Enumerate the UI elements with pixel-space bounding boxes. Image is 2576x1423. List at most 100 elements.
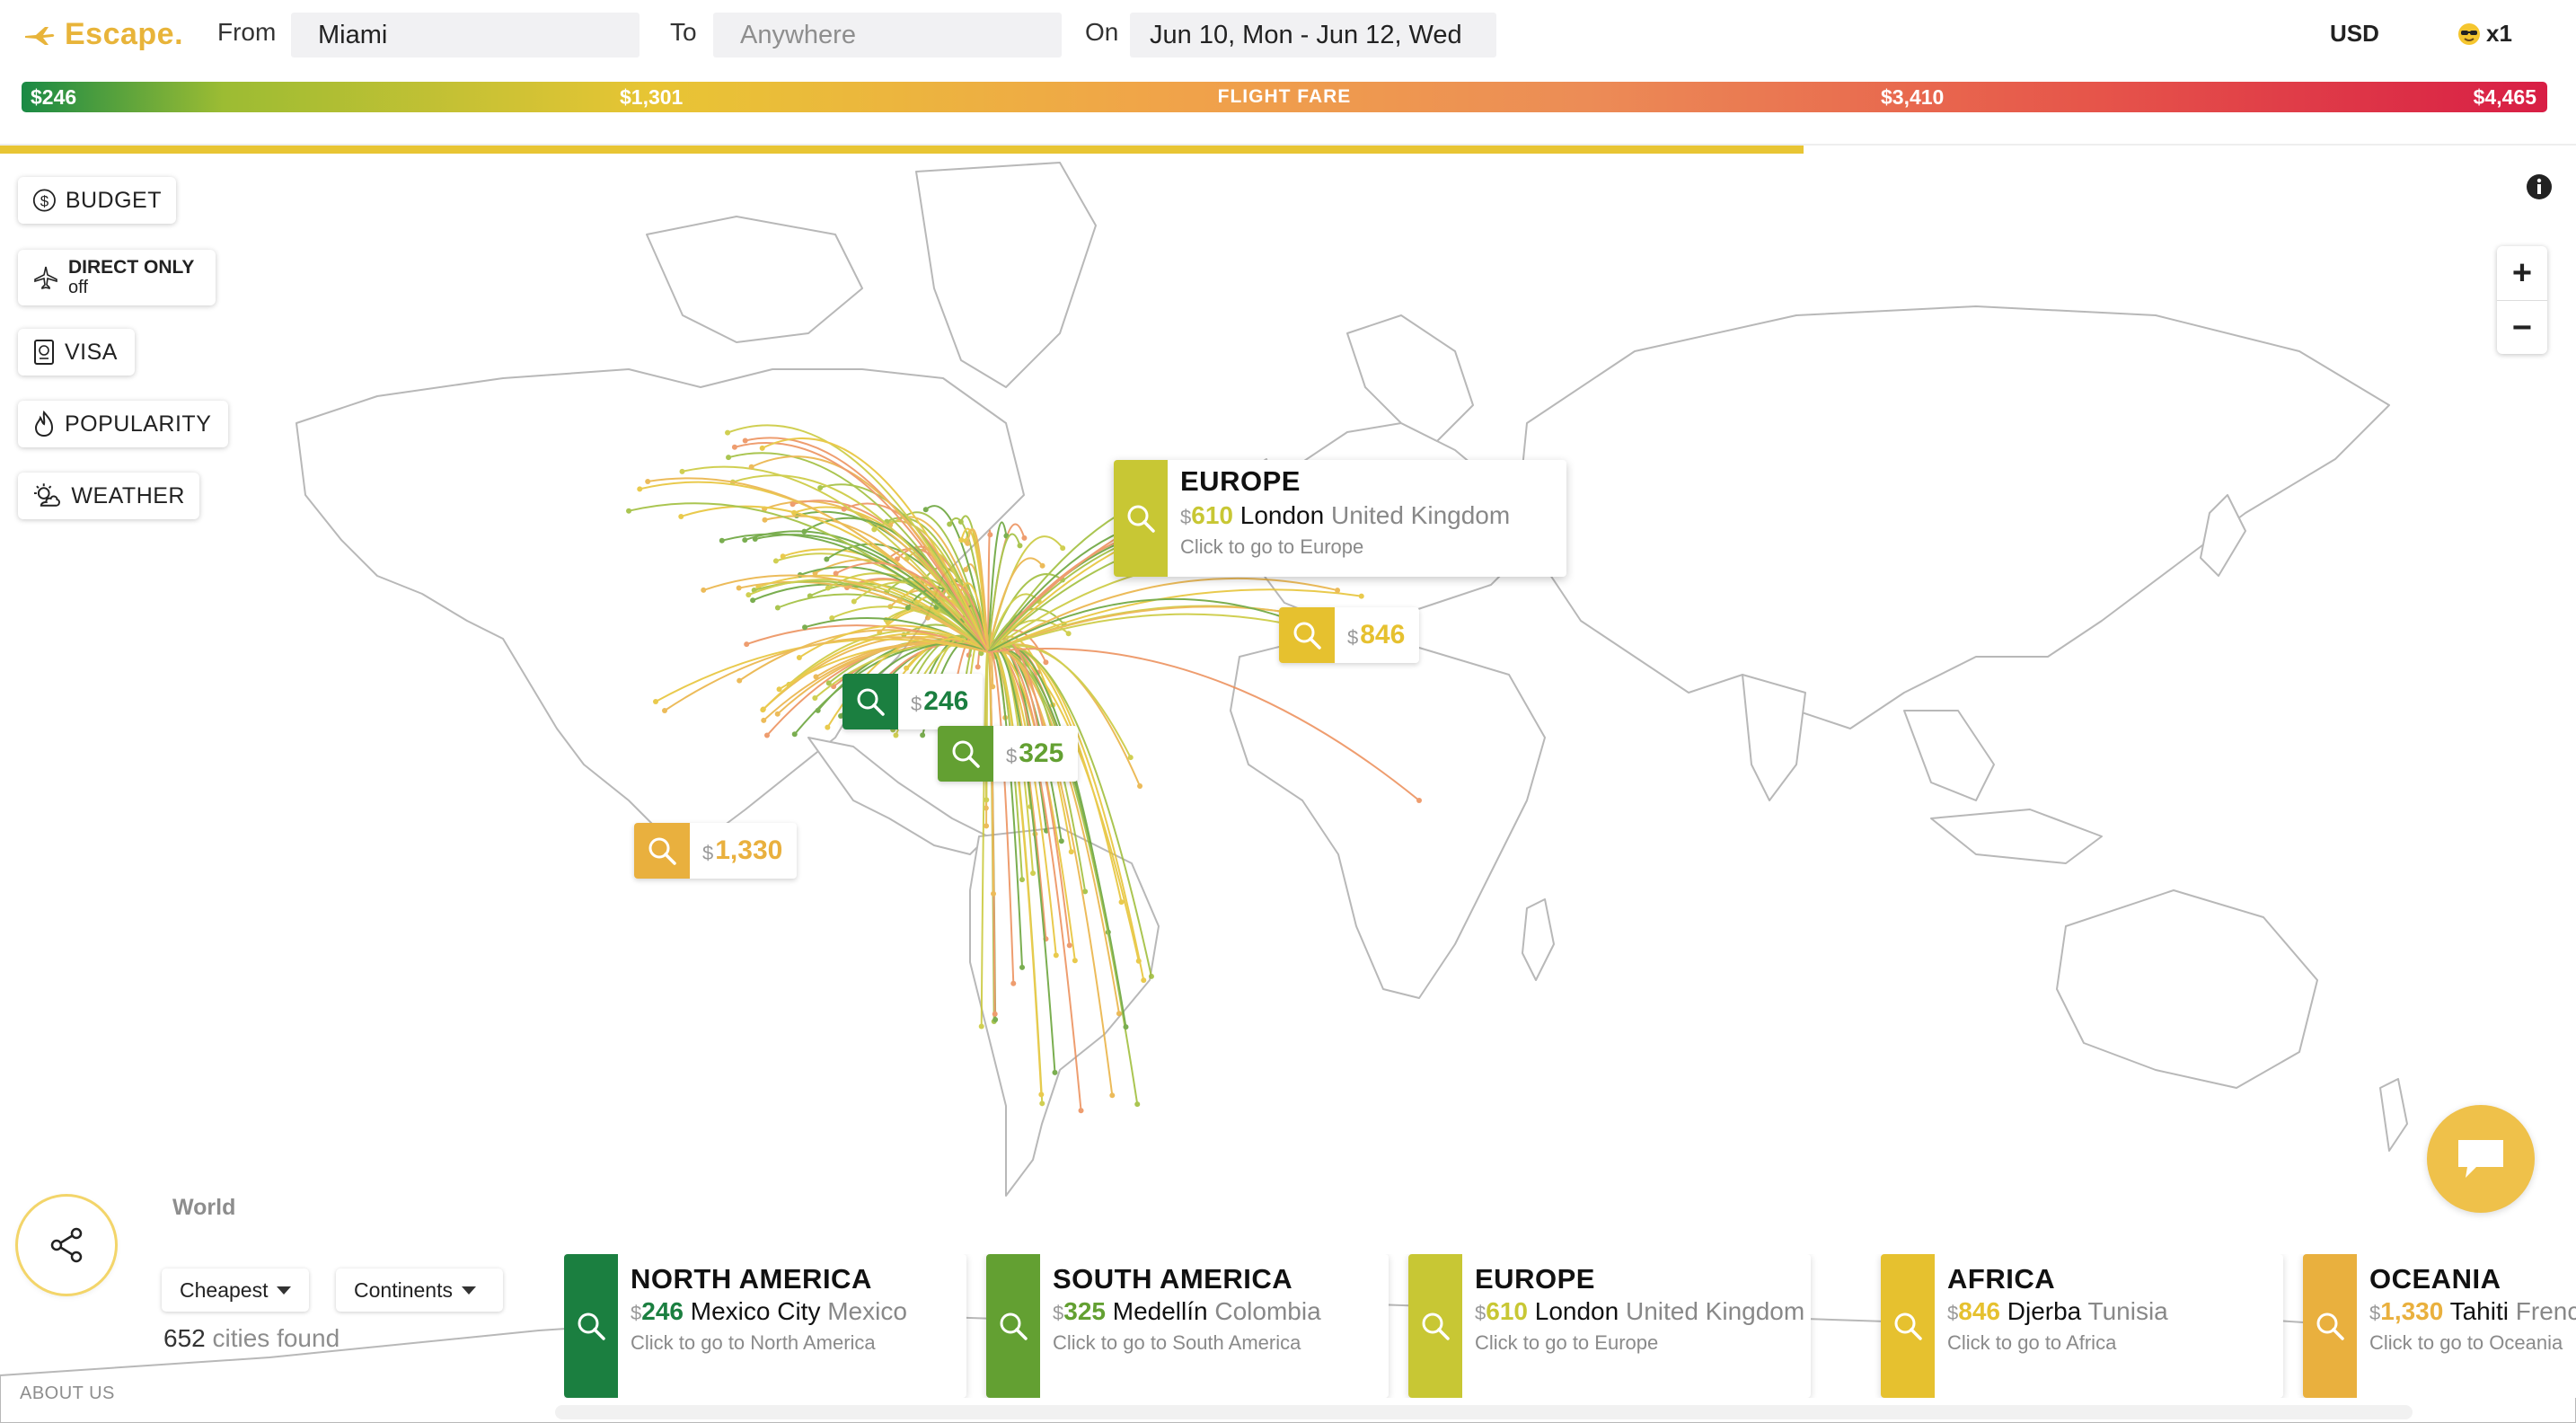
land-southeast-asia	[1903, 710, 1995, 801]
on-label: On	[1085, 18, 1119, 46]
price-marker[interactable]: $246	[842, 674, 984, 729]
destination-dot	[762, 517, 768, 523]
marker-currency: $	[1006, 745, 1018, 767]
destination-dot	[958, 537, 965, 544]
price-marker[interactable]: $325	[938, 726, 1079, 782]
card-icon-box	[1408, 1254, 1462, 1398]
world-map[interactable]	[0, 154, 2576, 1423]
destination-dot	[802, 624, 808, 631]
group-dropdown[interactable]: Continents	[336, 1268, 503, 1312]
from-input[interactable]: Miami	[291, 13, 640, 57]
about-us-link[interactable]: ABOUT US	[20, 1383, 115, 1404]
region-card-north-america[interactable]: NORTH AMERICA $246 Mexico City Mexico Cl…	[564, 1254, 966, 1398]
region-popup[interactable]: EUROPE $610 London United Kingdom Click …	[1114, 460, 1566, 577]
card-price: 610	[1486, 1297, 1528, 1325]
visa-filter-button[interactable]: VISA	[18, 329, 135, 376]
destination-dot	[678, 513, 684, 519]
card-currency: $	[1475, 1302, 1486, 1324]
popularity-filter-button[interactable]: POPULARITY	[18, 401, 228, 447]
direct-only-toggle[interactable]: DIRECT ONLY off	[18, 250, 216, 305]
destination-dot	[947, 521, 953, 527]
chat-bubble-icon	[2458, 1140, 2503, 1178]
destination-dot	[1052, 1069, 1058, 1075]
destination-dot	[725, 429, 731, 436]
destination-dot	[920, 732, 926, 738]
weather-filter-label: WEATHER	[71, 482, 185, 508]
destination-dot	[893, 732, 899, 738]
land-asia	[1517, 305, 2390, 729]
dates-input[interactable]: Jun 10, Mon - Jun 12, Wed	[1130, 13, 1496, 57]
destination-dot	[774, 605, 781, 611]
flame-icon	[34, 411, 54, 438]
info-icon[interactable]	[2526, 173, 2553, 200]
region-card-south-america[interactable]: SOUTH AMERICA $325 Medellín Colombia Cli…	[986, 1254, 1389, 1398]
destination-dot	[807, 593, 813, 599]
destination-dot	[752, 535, 758, 542]
destination-dot	[1065, 631, 1072, 637]
to-label: To	[670, 18, 697, 46]
destination-dot	[992, 1011, 998, 1017]
destination-dot	[780, 553, 786, 560]
land-africa	[1230, 638, 1546, 999]
fare-tick: $3,410	[1881, 85, 1945, 109]
destination-dot	[1123, 1024, 1129, 1030]
cities-count-number: 652	[163, 1324, 206, 1352]
share-button[interactable]	[18, 1197, 115, 1294]
zoom-in-button[interactable]: +	[2497, 246, 2547, 300]
card-country: Tunisia	[2087, 1297, 2168, 1325]
region-card-oceania[interactable]: OCEANIA $1,330 Tahiti French Polynesia C…	[2303, 1254, 2576, 1398]
logo[interactable]: Escape.	[23, 16, 183, 52]
sun-cloud-icon	[33, 483, 60, 507]
destination-dot	[1030, 870, 1037, 876]
zoom-out-button[interactable]: −	[2497, 301, 2547, 355]
price-marker[interactable]: $846	[1279, 607, 1420, 663]
sunglasses-face-icon	[2458, 22, 2480, 45]
popularity-filter-label: POPULARITY	[65, 411, 212, 437]
marker-price: 246	[923, 686, 969, 716]
destination-dot	[731, 444, 737, 450]
destination-dot	[904, 605, 911, 611]
card-price: 1,330	[2380, 1297, 2444, 1325]
card-icon-box	[564, 1254, 618, 1398]
destination-dot	[1078, 1108, 1084, 1114]
destination-dot	[1137, 783, 1143, 790]
destination-dot	[978, 1023, 984, 1030]
search-icon	[1293, 622, 1321, 650]
destination-dot	[763, 732, 770, 738]
destination-dot	[1039, 562, 1045, 569]
to-input[interactable]: Anywhere	[713, 13, 1062, 57]
destination-dot	[824, 556, 830, 562]
sort-dropdown[interactable]: Cheapest	[162, 1268, 309, 1312]
flight-route	[987, 597, 1294, 653]
travelers-selector[interactable]: x1	[2457, 20, 2512, 48]
card-price: 846	[1958, 1297, 2000, 1325]
destination-dot	[1358, 593, 1364, 599]
land-madagascar	[1522, 898, 1555, 981]
direct-only-state: off	[68, 278, 88, 297]
land-arctic-islands	[646, 216, 863, 343]
group-dropdown-label: Continents	[354, 1277, 453, 1302]
budget-filter-label: BUDGET	[65, 187, 162, 213]
destination-dot	[984, 797, 990, 803]
region-card-europe[interactable]: EUROPE $610 London United Kingdom Click …	[1408, 1254, 1811, 1398]
card-currency: $	[2369, 1302, 2381, 1324]
cards-scrollbar[interactable]	[555, 1405, 2413, 1419]
destination-dot	[813, 674, 819, 680]
destination-dot	[719, 537, 725, 544]
budget-filter-button[interactable]: $ BUDGET	[18, 177, 176, 224]
marker-currency: $	[702, 842, 714, 864]
chat-button[interactable]	[2427, 1105, 2535, 1213]
currency-selector[interactable]: USD	[2330, 20, 2379, 48]
land-india	[1742, 674, 1806, 801]
passport-icon	[34, 340, 54, 365]
price-marker[interactable]: $1,330	[634, 823, 798, 879]
destination-dot	[742, 438, 748, 444]
weather-filter-button[interactable]: WEATHER	[18, 473, 199, 519]
marker-icon-box	[1279, 607, 1335, 663]
search-icon	[857, 688, 885, 716]
destination-dot	[1068, 849, 1074, 855]
region-cards-carousel: NORTH AMERICA $246 Mexico City Mexico Cl…	[564, 1254, 2576, 1398]
region-card-africa[interactable]: AFRICA $846 Djerba Tunisia Click to go t…	[1881, 1254, 2283, 1398]
destination-dot	[1127, 755, 1134, 761]
card-subtitle: Click to go to Africa	[1947, 1331, 2117, 1354]
